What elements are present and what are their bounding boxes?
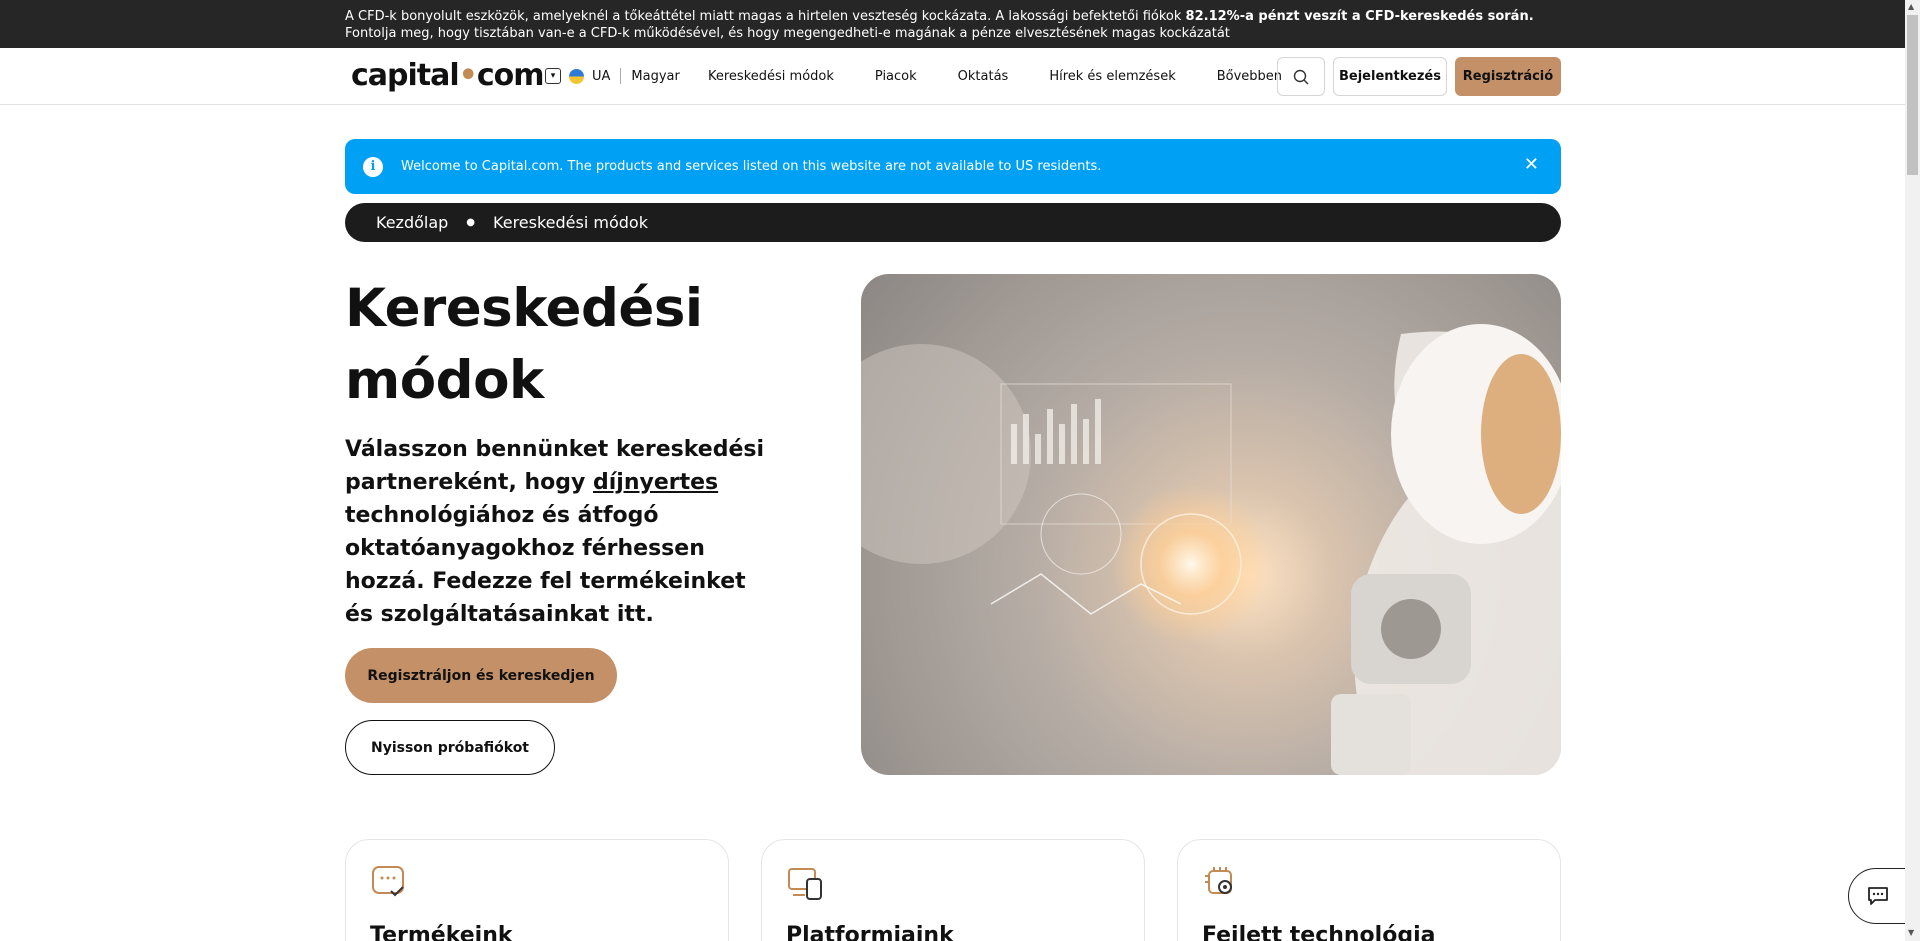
card-title: Platformjaink xyxy=(786,923,954,941)
hero-illustration xyxy=(861,324,1561,775)
page-scrollbar[interactable]: ▲ ▼ xyxy=(1905,0,1920,941)
scroll-thumb[interactable] xyxy=(1907,15,1918,175)
title-line-2: módok xyxy=(345,350,544,411)
divider xyxy=(620,68,622,84)
main-nav: Kereskedési módok Piacok Oktatás Hírek é… xyxy=(708,69,1323,84)
register-button[interactable]: Regisztráció xyxy=(1455,57,1561,96)
open-demo-account-button[interactable]: Nyisson próbafiókot xyxy=(345,720,555,775)
nav-markets[interactable]: Piacok xyxy=(875,69,917,84)
language-label: Magyar xyxy=(631,68,680,84)
risk-text-bold: 82.12%-a pénzt veszít a CFD-kereskedés s… xyxy=(1185,9,1534,24)
breadcrumb-separator: ● xyxy=(466,217,476,228)
devices-icon xyxy=(788,868,822,900)
search-button[interactable] xyxy=(1277,57,1325,96)
logo-part2: com xyxy=(476,58,545,93)
nav-trading-modes[interactable]: Kereskedési módok xyxy=(708,69,834,84)
hero-subtitle: Válasszon bennünket kereskedési partnere… xyxy=(345,433,765,631)
card-title: Fejlett technológia xyxy=(1202,923,1436,941)
login-button[interactable]: Bejelentkezés xyxy=(1333,57,1447,96)
logo[interactable]: capital•com xyxy=(351,58,544,93)
region-code: UA xyxy=(592,68,611,84)
logo-part1: capital xyxy=(351,58,460,93)
register-and-trade-button[interactable]: Regisztráljon és kereskedjen xyxy=(345,648,617,703)
chevron-down-icon[interactable]: ▾ xyxy=(545,68,561,84)
nav-more[interactable]: Bővebben xyxy=(1217,69,1282,84)
breadcrumb-current: Kereskedési módok xyxy=(493,213,648,232)
search-icon xyxy=(1293,69,1309,84)
info-icon: i xyxy=(363,156,383,177)
breadcrumb: Kezdőlap ● Kereskedési módok xyxy=(345,203,1561,242)
subtitle-part2: technológiához és átfogó oktatóanyagokho… xyxy=(345,503,746,627)
risk-text-1: A CFD-k bonyolult eszközök, amelyeknél a… xyxy=(345,9,1186,24)
site-header: capital•com ▾ UA Magyar Kereskedési módo… xyxy=(0,48,1905,105)
logo-dot: • xyxy=(458,58,478,93)
notice-text: Welcome to Capital.com. The products and… xyxy=(401,159,1102,174)
card-title: Termékeink xyxy=(370,923,513,941)
breadcrumb-home[interactable]: Kezdőlap xyxy=(376,213,448,232)
us-residents-notice: i Welcome to Capital.com. The products a… xyxy=(345,139,1561,194)
risk-warning-bar: A CFD-k bonyolult eszközök, amelyeknél a… xyxy=(0,0,1905,48)
risk-text-2: Fontolja meg, hogy tisztában van-e a CFD… xyxy=(345,26,1230,41)
page-title: Kereskedési módok xyxy=(345,273,765,417)
nav-education[interactable]: Oktatás xyxy=(958,69,1009,84)
chip-gear-icon xyxy=(1205,867,1232,894)
chat-button[interactable] xyxy=(1848,868,1908,924)
nav-news-analysis[interactable]: Hírek és elemzések xyxy=(1049,69,1175,84)
card-products[interactable]: Termékeink xyxy=(345,839,729,941)
close-icon[interactable]: ✕ xyxy=(1524,154,1539,175)
scroll-down-icon[interactable]: ▼ xyxy=(1908,928,1914,937)
award-winning-link[interactable]: díjnyertes xyxy=(593,470,718,495)
scroll-up-icon[interactable]: ▲ xyxy=(1908,2,1914,11)
card-advanced-technology[interactable]: Fejlett technológia xyxy=(1177,839,1561,941)
chat-check-icon xyxy=(372,866,404,897)
title-line-1: Kereskedési xyxy=(345,278,703,339)
ukraine-flag-icon xyxy=(569,68,584,84)
chat-icon xyxy=(1868,887,1888,905)
language-selector[interactable]: ▾ UA Magyar xyxy=(545,68,680,84)
hero-image-robot xyxy=(861,274,1561,775)
card-platforms[interactable]: Platformjaink xyxy=(761,839,1145,941)
